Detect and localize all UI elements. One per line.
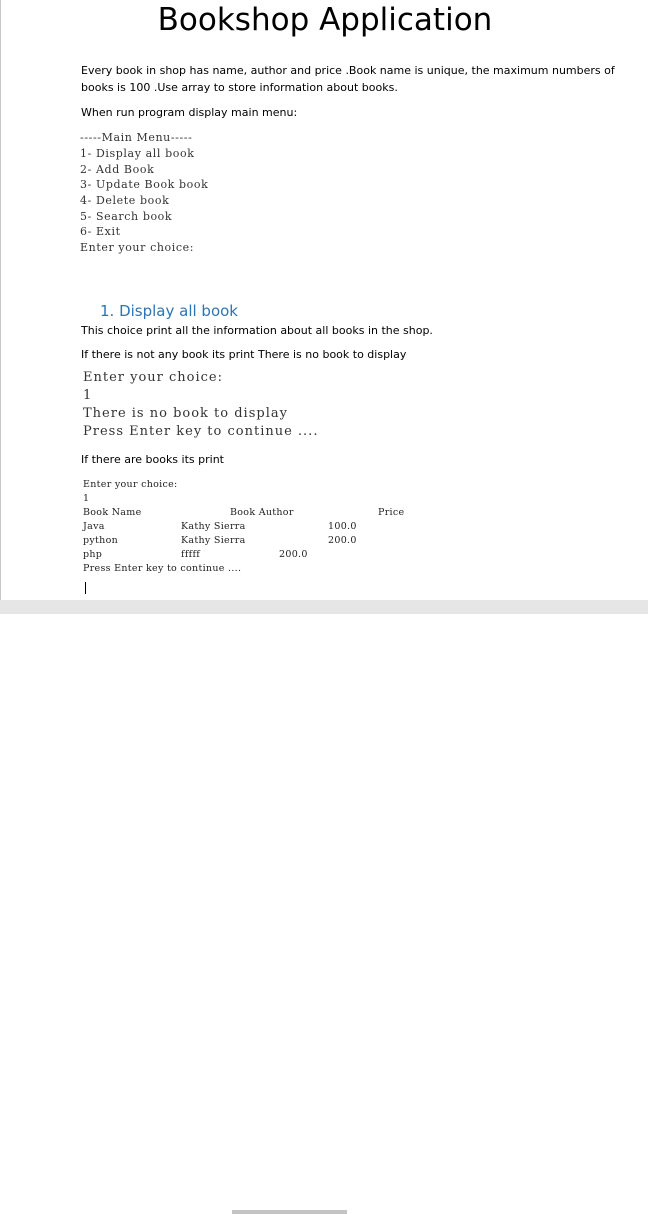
no-books-note: If there is not any book its print There… (81, 348, 407, 361)
table-cell-author: fffff (181, 549, 201, 560)
intro-line-2: books is 100 .Use array to store informa… (81, 81, 398, 94)
table-cell-price: 200.0 (279, 549, 308, 560)
column-header-price: Price (378, 507, 405, 518)
console-input: 1 (83, 388, 93, 403)
section-description: This choice print all the information ab… (81, 324, 433, 337)
console-continue-message: Press Enter key to continue .... (83, 424, 319, 439)
table-cell-author: Kathy Sierra (181, 535, 246, 546)
console-no-books-message: There is no book to display (83, 406, 288, 421)
table-cell-name: Java (83, 521, 105, 532)
console-prompt: Enter your choice: (83, 370, 224, 385)
table-cell-author: Kathy Sierra (181, 521, 246, 532)
menu-line-6: 6- Exit (80, 225, 121, 238)
console-prompt: Enter your choice: (83, 479, 178, 490)
intro-line-1: Every book in shop has name, author and … (81, 64, 615, 77)
text-cursor (85, 582, 86, 594)
section-heading: 1. Display all book (100, 302, 238, 320)
horizontal-scrollbar[interactable] (0, 600, 648, 1214)
table-cell-name: python (83, 535, 119, 546)
menu-line-1: 1- Display all book (80, 147, 195, 160)
books-note: If there are books its print (81, 453, 224, 466)
menu-line-2: 2- Add Book (80, 163, 155, 176)
console-continue-message: Press Enter key to continue .... (83, 563, 242, 574)
column-header-book-name: Book Name (83, 507, 142, 518)
menu-line-header: -----Main Menu----- (80, 131, 193, 144)
menu-line-4: 4- Delete book (80, 194, 170, 207)
table-cell-price: 100.0 (328, 521, 357, 532)
column-header-book-author: Book Author (230, 507, 294, 518)
page-title: Bookshop Application (157, 2, 493, 38)
menu-line-3: 3- Update Book book (80, 178, 209, 191)
console-input: 1 (83, 493, 90, 504)
menu-line-5: 5- Search book (80, 210, 173, 223)
table-cell-name: php (83, 549, 103, 560)
scrollbar-thumb[interactable] (232, 1210, 347, 1214)
menu-line-prompt: Enter your choice: (80, 241, 195, 254)
document-page: Bookshop Application Every book in shop … (0, 0, 648, 600)
run-instruction: When run program display main menu: (81, 106, 298, 119)
table-cell-price: 200.0 (328, 535, 357, 546)
